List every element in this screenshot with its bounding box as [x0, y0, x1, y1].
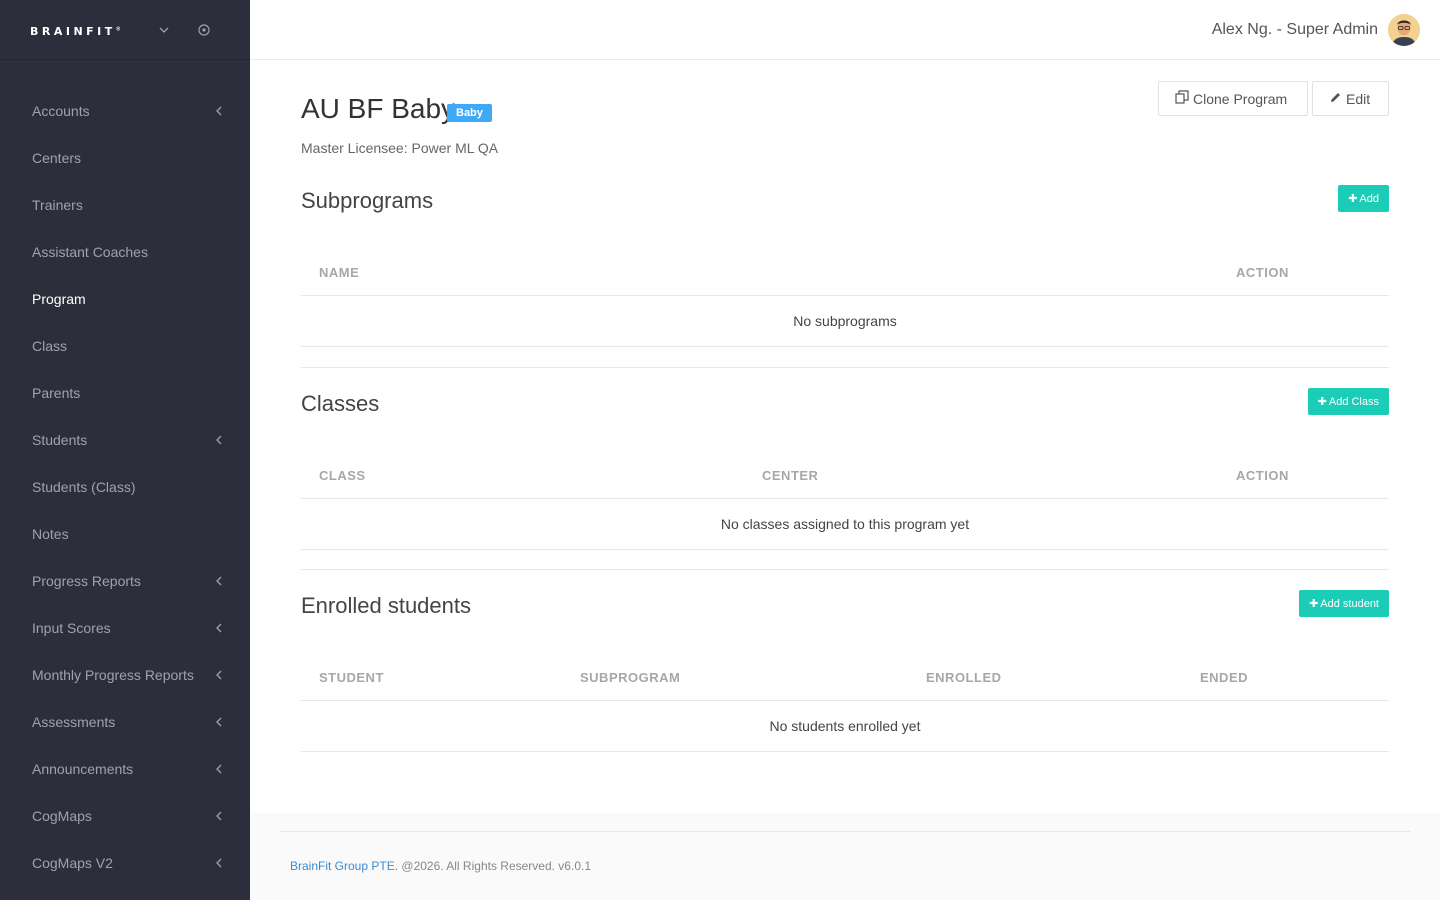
plus-icon: ✚ — [1317, 396, 1327, 408]
sidebar-item-progress-reports[interactable]: Progress Reports — [0, 557, 250, 604]
add-class-label: Add Class — [1328, 395, 1379, 408]
sidebar-item-label: CogMaps V2 — [32, 854, 113, 871]
sidebar-item-label: Assistant Coaches — [32, 243, 148, 260]
add-subprogram-button[interactable]: ✚ Add — [1338, 185, 1389, 212]
sidebar-item-label: Assessments — [32, 713, 116, 730]
chevron-left-icon — [214, 858, 224, 868]
sidebar: BRAINFIT® Accounts Centers Trainers Assista… — [0, 0, 250, 900]
sidebar-item-label: Students (Class) — [32, 478, 136, 495]
empty-row: No students enrolled yet — [301, 701, 1389, 752]
chevron-left-icon — [214, 717, 224, 727]
clone-icon — [1175, 90, 1189, 107]
sidebar-item-program[interactable]: Program — [0, 275, 250, 322]
plus-icon: ✚ — [1348, 193, 1358, 205]
empty-row: No subprograms — [301, 296, 1389, 347]
chevron-left-icon — [214, 106, 224, 116]
section-divider — [301, 569, 1389, 570]
classes-table: CLASS CENTER ACTION No classes assigned … — [301, 449, 1389, 550]
footer-divider — [280, 831, 1410, 832]
company-link[interactable]: BrainFit Group PTE. — [290, 859, 398, 873]
students-title: Enrolled students — [301, 593, 471, 618]
add-student-button[interactable]: ✚ Add student — [1299, 590, 1389, 617]
classes-title: Classes — [301, 391, 380, 416]
target-icon[interactable] — [194, 20, 214, 40]
table-header: NAME ACTION — [301, 246, 1389, 296]
table-header: STUDENT SUBPROGRAM ENROLLED ENDED — [301, 651, 1389, 701]
sidebar-item-trainers[interactable]: Trainers — [0, 181, 250, 228]
add-student-label: Add student — [1320, 597, 1379, 610]
clone-program-label: Clone Program — [1193, 90, 1288, 107]
avatar[interactable] — [1388, 14, 1420, 46]
table-header: CLASS CENTER ACTION — [301, 449, 1389, 499]
subprograms-title: Subprograms — [301, 188, 434, 213]
copyright-text: @2026. All Rights Reserved. v6.0.1 — [398, 859, 591, 873]
chevron-down-icon[interactable] — [154, 20, 174, 40]
top-header: Alex Ng. - Super Admin — [250, 0, 1440, 60]
sidebar-item-label: Centers — [32, 149, 82, 166]
page-title: AU BF Baby — [301, 93, 456, 124]
sidebar-item-announcements[interactable]: Announcements — [0, 745, 250, 792]
sidebar-item-label: Announcements — [32, 760, 134, 777]
sidebar-item-class[interactable]: Class — [0, 322, 250, 369]
sidebar-item-centers[interactable]: Centers — [0, 134, 250, 181]
add-class-button[interactable]: ✚ Add Class — [1307, 388, 1389, 415]
edit-label: Edit — [1346, 90, 1371, 107]
edit-button[interactable]: Edit — [1312, 81, 1389, 116]
footer-text: BrainFit Group PTE. @2026. All Rights Re… — [290, 859, 591, 873]
chevron-left-icon — [214, 764, 224, 774]
user-menu[interactable]: Alex Ng. - Super Admin — [1212, 21, 1378, 39]
column-header[interactable]: CLASS — [319, 468, 366, 483]
sidebar-item-label: Progress Reports — [32, 572, 141, 589]
chevron-left-icon — [214, 811, 224, 821]
sidebar-item-notes[interactable]: Notes — [0, 510, 250, 557]
sidebar-item-cogmaps-v2[interactable]: CogMaps V2 — [0, 839, 250, 886]
column-header[interactable]: STUDENT — [319, 670, 384, 685]
column-header[interactable]: CENTER — [762, 468, 818, 483]
chevron-left-icon — [214, 435, 224, 445]
sidebar-item-label: Program — [32, 290, 86, 307]
sidebar-item-label: Parents — [32, 384, 81, 401]
clone-program-button[interactable]: Clone Program — [1158, 81, 1308, 116]
pencil-icon — [1329, 91, 1342, 107]
sidebar-item-label: Students — [32, 431, 88, 448]
chevron-left-icon — [214, 670, 224, 680]
footer: BrainFit Group PTE. @2026. All Rights Re… — [250, 813, 1440, 900]
sidebar-item-label: Trainers — [32, 196, 83, 213]
section-divider — [301, 367, 1389, 368]
sidebar-item-cogmaps[interactable]: CogMaps — [0, 792, 250, 839]
sidebar-item-label: CogMaps — [32, 807, 92, 824]
column-header[interactable]: SUBPROGRAM — [580, 670, 680, 685]
sidebar-item-label: Monthly Progress Reports — [32, 666, 194, 683]
master-licensee: Master Licensee: Power ML QA — [301, 140, 499, 156]
brand-logo-text: BRAINFIT — [30, 25, 116, 38]
column-header[interactable]: NAME — [319, 265, 359, 280]
sidebar-item-students-class[interactable]: Students (Class) — [0, 463, 250, 510]
sidebar-item-monthly-progress-reports[interactable]: Monthly Progress Reports — [0, 651, 250, 698]
sidebar-item-label: Accounts — [32, 102, 90, 119]
sidebar-item-accounts[interactable]: Accounts — [0, 87, 250, 134]
sidebar-item-input-scores[interactable]: Input Scores — [0, 604, 250, 651]
sidebar-item-students[interactable]: Students — [0, 416, 250, 463]
chevron-left-icon — [214, 576, 224, 586]
column-header[interactable]: ENDED — [1200, 670, 1248, 685]
sidebar-header: BRAINFIT® — [0, 0, 250, 60]
students-table: STUDENT SUBPROGRAM ENROLLED ENDED No stu… — [301, 651, 1389, 752]
empty-row: No classes assigned to this program yet — [301, 499, 1389, 550]
sidebar-item-label: Notes — [32, 525, 69, 542]
program-type-badge: Baby — [447, 104, 492, 122]
column-header: ACTION — [1236, 468, 1289, 483]
plus-icon: ✚ — [1309, 598, 1319, 610]
chevron-left-icon — [214, 623, 224, 633]
sidebar-item-parents[interactable]: Parents — [0, 369, 250, 416]
subprograms-table: NAME ACTION No subprograms — [301, 246, 1389, 347]
sidebar-item-assessments[interactable]: Assessments — [0, 698, 250, 745]
sidebar-item-label: Class — [32, 337, 68, 354]
column-header[interactable]: ENROLLED — [926, 670, 1002, 685]
brand-logo[interactable]: BRAINFIT® — [30, 25, 121, 38]
sidebar-nav: Accounts Centers Trainers Assistant Coaches… — [0, 87, 250, 886]
sidebar-item-label: Input Scores — [32, 619, 111, 636]
column-header: ACTION — [1236, 265, 1289, 280]
sidebar-item-assistant-coaches[interactable]: Assistant Coaches — [0, 228, 250, 275]
add-subprogram-label: Add — [1359, 192, 1379, 205]
